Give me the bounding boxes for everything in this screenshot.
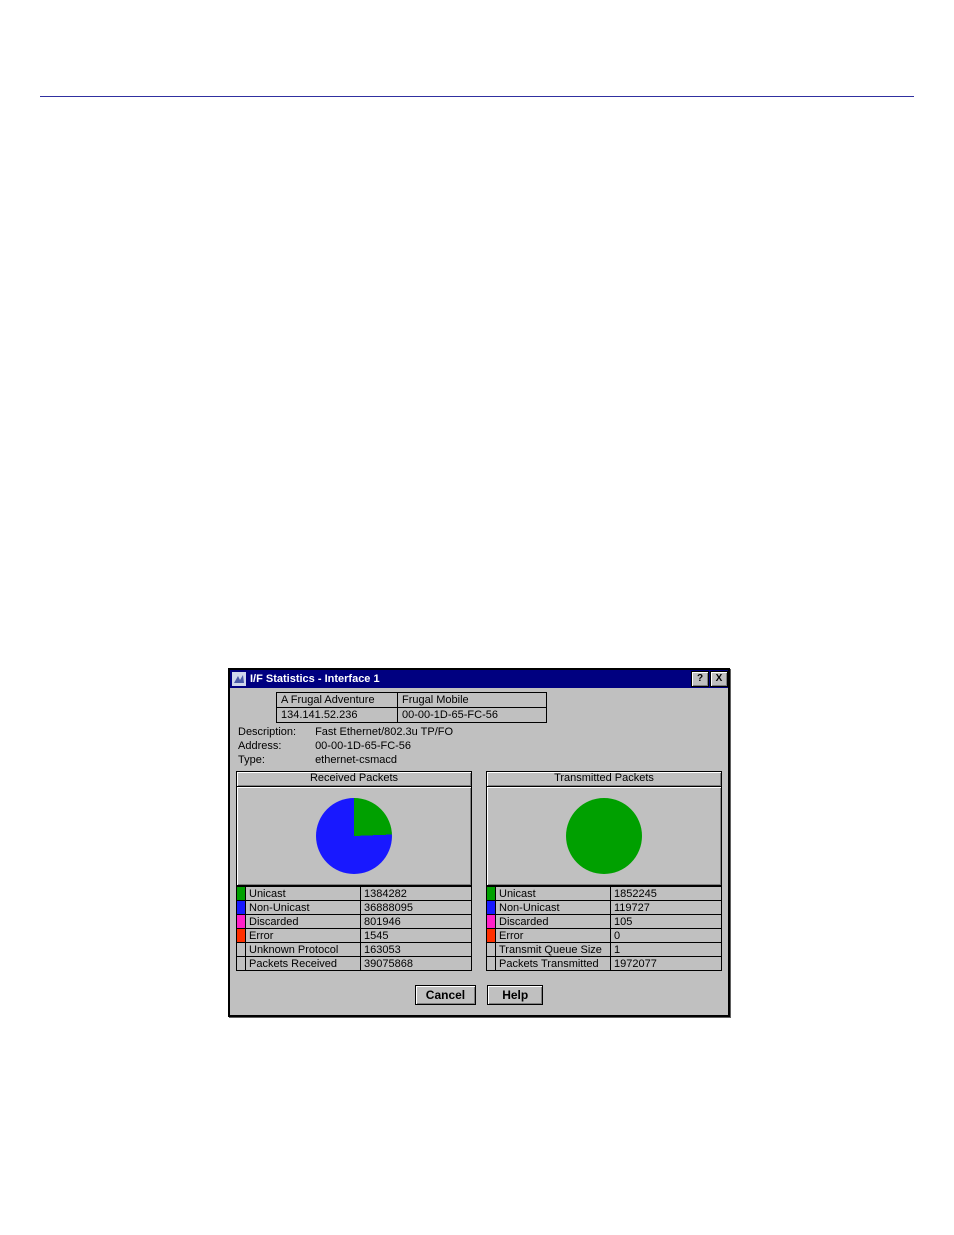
table-row: Error0 — [487, 929, 722, 943]
stat-value: 1545 — [361, 929, 472, 943]
app-icon — [232, 672, 246, 686]
if-statistics-dialog: I/F Statistics - Interface 1 ? X A Fruga… — [228, 668, 730, 1017]
table-row: Unicast1384282 — [237, 887, 472, 901]
stat-value: 801946 — [361, 915, 472, 929]
stat-label: Unicast — [496, 887, 611, 901]
legend-swatch — [237, 929, 246, 943]
interface-meta: Description: Fast Ethernet/802.3u TP/FO … — [238, 725, 728, 767]
table-row: A Frugal Adventure Frugal Mobile — [277, 693, 547, 708]
device-ip-cell: 134.141.52.236 — [277, 708, 398, 723]
legend-swatch — [487, 943, 496, 957]
stat-label: Packets Transmitted — [496, 957, 611, 971]
meta-description-label: Description: — [238, 725, 312, 739]
table-row: Unknown Protocol163053 — [237, 943, 472, 957]
transmitted-title: Transmitted Packets — [486, 771, 722, 787]
stat-label: Transmit Queue Size — [496, 943, 611, 957]
stat-value: 0 — [611, 929, 722, 943]
meta-address-label: Address: — [238, 739, 312, 753]
stat-value: 119727 — [611, 901, 722, 915]
transmitted-panel: Transmitted Packets Unicast1852245Non-Un… — [486, 771, 722, 971]
transmitted-stats-table: Unicast1852245Non-Unicast119727Discarded… — [486, 886, 722, 971]
stat-label: Non-Unicast — [246, 901, 361, 915]
received-panel: Received Packets Unicast1384282Non-Unica… — [236, 771, 472, 971]
stat-label: Error — [246, 929, 361, 943]
table-row: Unicast1852245 — [487, 887, 722, 901]
legend-swatch — [237, 957, 246, 971]
received-title: Received Packets — [236, 771, 472, 787]
legend-swatch — [487, 915, 496, 929]
stat-label: Error — [496, 929, 611, 943]
legend-swatch — [237, 915, 246, 929]
stat-label: Unicast — [246, 887, 361, 901]
help-button[interactable]: Help — [487, 985, 543, 1005]
device-info-table: A Frugal Adventure Frugal Mobile 134.141… — [276, 692, 547, 723]
meta-type-value: ethernet-csmacd — [315, 754, 397, 766]
help-titlebar-button[interactable]: ? — [691, 671, 709, 687]
table-row: Packets Received39075868 — [237, 957, 472, 971]
meta-description-value: Fast Ethernet/802.3u TP/FO — [315, 726, 453, 738]
device-name-cell: A Frugal Adventure — [277, 693, 398, 708]
page-divider — [40, 96, 914, 97]
meta-type-label: Type: — [238, 753, 312, 767]
dialog-title: I/F Statistics - Interface 1 — [250, 673, 690, 685]
legend-swatch — [487, 901, 496, 915]
stat-value: 1972077 — [611, 957, 722, 971]
cancel-button[interactable]: Cancel — [415, 985, 476, 1005]
table-row: Non-Unicast36888095 — [237, 901, 472, 915]
received-stats-table: Unicast1384282Non-Unicast36888095Discard… — [236, 886, 472, 971]
device-alias-cell: Frugal Mobile — [398, 693, 547, 708]
legend-swatch — [487, 929, 496, 943]
stat-label: Discarded — [246, 915, 361, 929]
titlebar[interactable]: I/F Statistics - Interface 1 ? X — [230, 670, 728, 688]
stat-value: 1384282 — [361, 887, 472, 901]
stat-value: 1 — [611, 943, 722, 957]
table-row: Packets Transmitted1972077 — [487, 957, 722, 971]
legend-swatch — [487, 887, 496, 901]
table-row: Error1545 — [237, 929, 472, 943]
table-row: 134.141.52.236 00-00-1D-65-FC-56 — [277, 708, 547, 723]
table-row: Discarded105 — [487, 915, 722, 929]
legend-swatch — [237, 901, 246, 915]
stat-label: Non-Unicast — [496, 901, 611, 915]
device-mac-cell: 00-00-1D-65-FC-56 — [398, 708, 547, 723]
close-titlebar-button[interactable]: X — [710, 671, 728, 687]
stat-value: 1852245 — [611, 887, 722, 901]
dialog-buttons: Cancel Help — [230, 979, 728, 1015]
transmitted-pie-chart — [486, 787, 722, 886]
stat-value: 163053 — [361, 943, 472, 957]
stat-label: Discarded — [496, 915, 611, 929]
received-pie-chart — [236, 787, 472, 886]
stat-value: 105 — [611, 915, 722, 929]
stat-value: 36888095 — [361, 901, 472, 915]
table-row: Discarded801946 — [237, 915, 472, 929]
legend-swatch — [237, 943, 246, 957]
stat-label: Unknown Protocol — [246, 943, 361, 957]
stat-value: 39075868 — [361, 957, 472, 971]
legend-swatch — [237, 887, 246, 901]
meta-address-value: 00-00-1D-65-FC-56 — [315, 740, 411, 752]
stat-label: Packets Received — [246, 957, 361, 971]
table-row: Non-Unicast119727 — [487, 901, 722, 915]
legend-swatch — [487, 957, 496, 971]
table-row: Transmit Queue Size1 — [487, 943, 722, 957]
